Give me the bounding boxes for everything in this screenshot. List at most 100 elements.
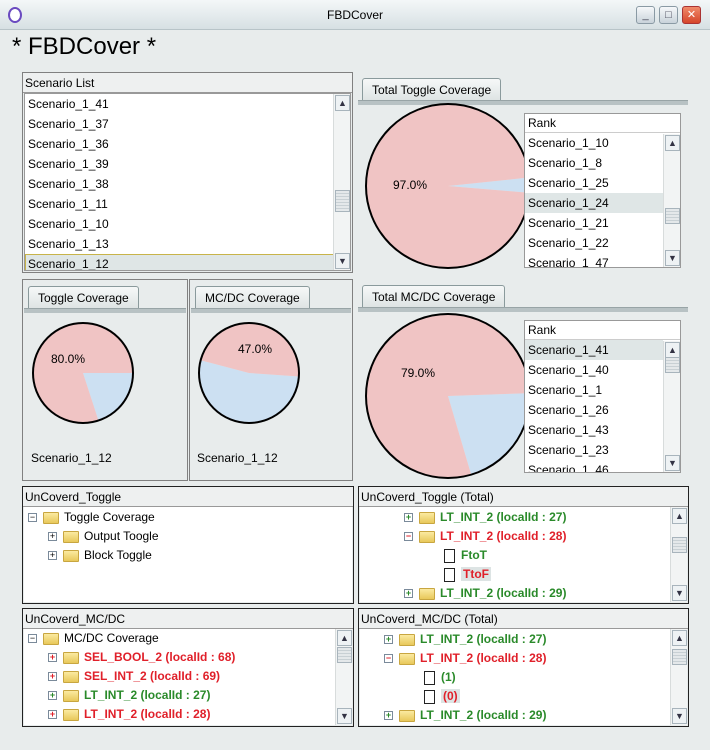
panel-title: UnCoverd_Toggle [23, 487, 353, 507]
scroll-thumb[interactable] [665, 208, 680, 224]
tree-node[interactable]: + LT_INT_2 (localId : 27) [384, 630, 546, 649]
tab-toggle-coverage[interactable]: Toggle Coverage [28, 286, 139, 309]
tree-node[interactable]: + LT_INT_2 (localId : 27) [404, 508, 566, 527]
scenario-list[interactable]: Scenario_1_41 Scenario_1_37 Scenario_1_36 S… [24, 93, 351, 271]
expand-icon[interactable]: + [48, 710, 57, 720]
rank-item[interactable]: Scenario_1_26 [525, 400, 663, 420]
rank-item[interactable]: Scenario_1_40 [525, 360, 663, 380]
scrollbar[interactable]: ▲ ▼ [670, 507, 687, 602]
list-item[interactable]: Scenario_1_39 [25, 154, 350, 174]
scroll-up-icon[interactable]: ▲ [335, 95, 350, 111]
rank-item[interactable]: Scenario_1_41 [525, 340, 663, 360]
rank-item[interactable]: Scenario_1_10 [525, 133, 663, 153]
rank-item[interactable]: Scenario_1_23 [525, 440, 663, 460]
scrollbar[interactable]: ▲ ▼ [335, 629, 352, 725]
uncovered-mcdc-total-tree[interactable]: + LT_INT_2 (localId : 27) − LT_INT_2 (loca… [360, 629, 687, 725]
tree-node[interactable]: − Toggle Coverage [28, 508, 155, 527]
tree-node[interactable]: + SEL_BOOL_2 (localId : 68) [48, 648, 235, 667]
scroll-down-icon[interactable]: ▼ [672, 708, 687, 724]
expand-icon[interactable]: + [48, 691, 57, 701]
scrollbar[interactable]: ▲ ▼ [663, 341, 680, 472]
scroll-thumb[interactable] [665, 357, 680, 373]
expand-icon[interactable]: + [384, 635, 393, 645]
rank-item[interactable]: Scenario_1_47 [525, 253, 663, 267]
list-item[interactable]: Scenario_1_38 [25, 174, 350, 194]
scrollbar[interactable]: ▲ ▼ [663, 134, 680, 267]
tree-node[interactable]: + LT_INT_2 (localId : 29) [384, 706, 546, 725]
list-item[interactable]: Scenario_1_41 [25, 94, 350, 114]
total-toggle-rank-list[interactable]: Rank Scenario_1_10 Scenario_1_8 Scenario_1_… [524, 113, 681, 268]
expand-icon[interactable]: + [48, 551, 57, 561]
scroll-up-icon[interactable]: ▲ [672, 508, 687, 524]
total-mcdc-rank-list[interactable]: Rank Scenario_1_41 Scenario_1_40 Scenario_1… [524, 320, 681, 473]
rank-item[interactable]: Scenario_1_43 [525, 420, 663, 440]
tab-mcdc-coverage[interactable]: MC/DC Coverage [195, 286, 310, 309]
tree-node[interactable]: − LT_INT_2 (localId : 28) [404, 527, 566, 546]
panel-title: UnCoverd_MC/DC (Total) [359, 609, 688, 629]
node-label: Toggle Coverage [64, 510, 155, 524]
tree-leaf[interactable]: (0) [424, 687, 460, 706]
tree-leaf[interactable]: (1) [424, 668, 456, 687]
expand-icon[interactable]: + [48, 532, 57, 542]
uncovered-mcdc-tree[interactable]: − MC/DC Coverage + SEL_BOOL_2 (localId : 6… [24, 629, 352, 725]
uncovered-toggle-total-tree[interactable]: + LT_INT_2 (localId : 27) − LT_INT_2 (loca… [360, 507, 687, 602]
rank-item[interactable]: Scenario_1_25 [525, 173, 663, 193]
tab-total-toggle-coverage[interactable]: Total Toggle Coverage [362, 78, 502, 101]
tree-node[interactable]: + LT_INT_2 (localId : 28) [48, 705, 210, 724]
scroll-up-icon[interactable]: ▲ [337, 630, 352, 646]
rank-item[interactable]: Scenario_1_1 [525, 380, 663, 400]
scroll-down-icon[interactable]: ▼ [665, 455, 680, 471]
scrollbar[interactable]: ▲ ▼ [670, 629, 687, 725]
scroll-up-icon[interactable]: ▲ [665, 135, 680, 151]
tree-node[interactable]: − MC/DC Coverage [28, 629, 159, 648]
rank-item[interactable]: Scenario_1_21 [525, 213, 663, 233]
collapse-icon[interactable]: − [404, 532, 413, 542]
node-label: SEL_INT_2 (localId : 69) [84, 669, 221, 683]
collapse-icon[interactable]: − [28, 513, 37, 523]
list-item[interactable]: Scenario_1_12 [25, 254, 350, 270]
scroll-up-icon[interactable]: ▲ [665, 342, 680, 358]
tree-node[interactable]: − LT_INT_2 (localId : 28) [384, 649, 546, 668]
tree-node[interactable]: + Block Toggle [48, 546, 152, 565]
expand-icon[interactable]: + [404, 589, 413, 599]
scroll-up-icon[interactable]: ▲ [672, 630, 687, 646]
expand-icon[interactable]: + [48, 653, 57, 663]
uncovered-mcdc-total-tree-panel: UnCoverd_MC/DC (Total) + LT_INT_2 (localI… [358, 608, 689, 727]
expand-icon[interactable]: + [384, 711, 393, 721]
expand-icon[interactable]: + [404, 513, 413, 523]
collapse-icon[interactable]: − [384, 654, 393, 664]
list-item[interactable]: Scenario_1_10 [25, 214, 350, 234]
list-item[interactable]: Scenario_1_37 [25, 114, 350, 134]
list-item[interactable]: Scenario_1_11 [25, 194, 350, 214]
tree-node[interactable]: + Output Toogle [48, 527, 159, 546]
list-item[interactable]: Scenario_1_36 [25, 134, 350, 154]
scroll-down-icon[interactable]: ▼ [335, 253, 350, 269]
scroll-down-icon[interactable]: ▼ [672, 585, 687, 601]
folder-icon [419, 511, 435, 524]
tree-node[interactable]: + LT_INT_2 (localId : 29) [404, 584, 566, 602]
scroll-thumb[interactable] [337, 647, 352, 663]
scroll-thumb[interactable] [672, 537, 687, 553]
tree-leaf[interactable]: FtoT [444, 546, 487, 565]
rank-item[interactable]: Scenario_1_22 [525, 233, 663, 253]
scroll-down-icon[interactable]: ▼ [337, 708, 352, 724]
minimize-button[interactable]: _ [636, 6, 655, 24]
scroll-down-icon[interactable]: ▼ [665, 250, 680, 266]
rank-item[interactable]: Scenario_1_46 [525, 460, 663, 472]
tree-node[interactable]: + LT_INT_2 (localId : 27) [48, 686, 210, 705]
scroll-thumb[interactable] [672, 649, 687, 665]
expand-icon[interactable]: + [48, 672, 57, 682]
rank-item[interactable]: Scenario_1_24 [525, 193, 663, 213]
close-button[interactable]: ✕ [682, 6, 701, 24]
list-item[interactable]: Scenario_1_13 [25, 234, 350, 254]
scrollbar[interactable]: ▲ ▼ [333, 94, 350, 270]
tree-node[interactable]: + SEL_INT_2 (localId : 69) [48, 667, 220, 686]
node-label: LT_INT_2 (localId : 29) [440, 586, 567, 600]
maximize-button[interactable]: □ [659, 6, 678, 24]
uncovered-toggle-tree[interactable]: − Toggle Coverage + Output Toogle + Block T… [24, 507, 352, 602]
tab-total-mcdc-coverage[interactable]: Total MC/DC Coverage [362, 285, 506, 308]
collapse-icon[interactable]: − [28, 634, 37, 644]
tree-leaf[interactable]: TtoF [444, 565, 491, 584]
rank-item[interactable]: Scenario_1_8 [525, 153, 663, 173]
scroll-thumb[interactable] [335, 190, 350, 212]
